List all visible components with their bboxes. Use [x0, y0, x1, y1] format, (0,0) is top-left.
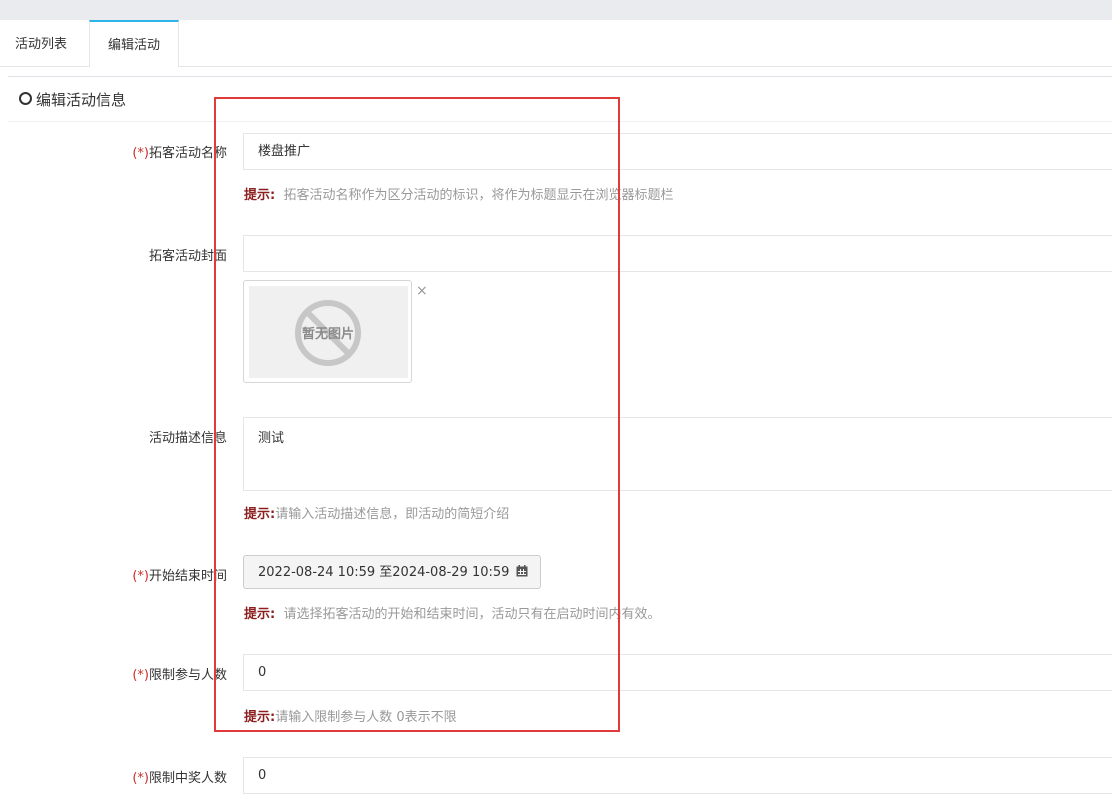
no-image-placeholder: 暂无图片 — [249, 286, 408, 378]
cover-label: 拓客活动封面 — [148, 249, 227, 264]
date-range-text: 2022-08-24 10:59 至2024-08-29 10:59 — [258, 565, 510, 580]
tab-activity-list[interactable]: 活动列表 — [0, 20, 82, 66]
limit-winners-input[interactable]: 0 — [243, 757, 1112, 794]
limit-participants-hint: 提示:请输入限制参与人数 0表示不限 — [244, 710, 457, 725]
time-hint: 提示: 请选择拓客活动的开始和结束时间，活动只有在启动时间内有效。 — [244, 607, 661, 622]
date-range-button[interactable]: 2022-08-24 10:59 至2024-08-29 10:59 — [243, 555, 541, 589]
description-textarea[interactable]: 测试 — [243, 417, 1112, 491]
name-label: (*)拓客活动名称 — [132, 146, 227, 161]
limit-winners-label: (*)限制中奖人数 — [132, 771, 227, 786]
panel-header: 编辑活动信息 — [8, 77, 1112, 122]
activity-name-input[interactable]: 楼盘推广 — [243, 133, 1112, 170]
name-hint: 提示: 拓客活动名称作为区分活动的标识，将作为标题显示在浏览器标题栏 — [244, 188, 674, 203]
limit-participants-input[interactable]: 0 — [243, 654, 1112, 691]
tab-bar: 活动列表 编辑活动 — [0, 20, 1112, 67]
tab-edit-activity[interactable]: 编辑活动 — [89, 20, 179, 67]
limit-participants-label: (*)限制参与人数 — [132, 668, 227, 683]
no-image-text: 暂无图片 — [302, 326, 354, 342]
desc-label: 活动描述信息 — [148, 431, 227, 446]
time-label: (*)开始结束时间 — [132, 569, 227, 584]
remove-cover-icon[interactable]: × — [416, 283, 428, 299]
calendar-icon — [516, 565, 528, 577]
required-mark: (*) — [132, 146, 149, 161]
no-image-icon: 暂无图片 — [295, 300, 361, 366]
cover-thumbnail[interactable]: 暂无图片 — [243, 280, 412, 383]
top-bar — [0, 0, 1112, 20]
panel-title: 编辑活动信息 — [36, 91, 127, 109]
cover-input[interactable] — [243, 235, 1112, 272]
desc-hint: 提示:请输入活动描述信息，即活动的简短介绍 — [244, 507, 510, 522]
circle-icon — [19, 92, 32, 105]
